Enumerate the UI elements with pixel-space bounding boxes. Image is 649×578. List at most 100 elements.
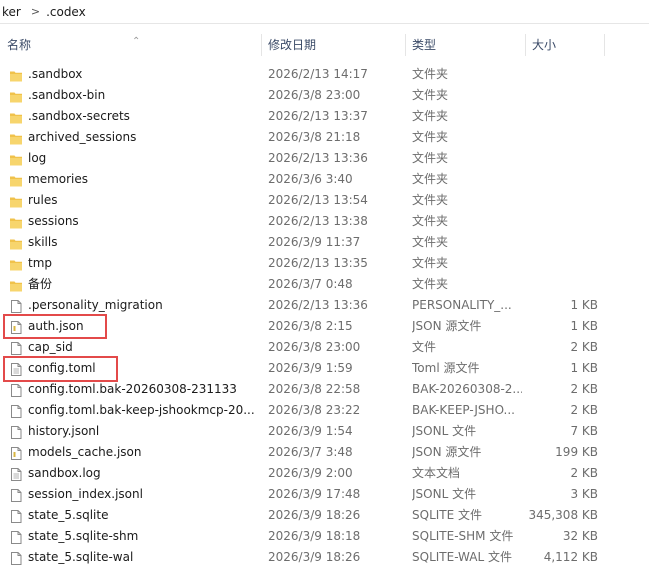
- file-date: 2026/2/13 13:35: [268, 256, 368, 270]
- file-type: 文件: [412, 340, 437, 354]
- json-file-icon: [10, 320, 22, 334]
- file-size: [528, 106, 598, 127]
- file-size: [528, 148, 598, 169]
- file-row[interactable]: log 2026/2/13 13:36 文件夹: [0, 148, 649, 169]
- file-type: PERSONALITY_...: [412, 298, 512, 312]
- file-row[interactable]: auth.json 2026/3/8 2:15 JSON 源文件 1 KB: [0, 316, 649, 337]
- file-size: [528, 85, 598, 106]
- file-type: Toml 源文件: [412, 361, 480, 375]
- file-name: .sandbox: [28, 67, 83, 81]
- file-row[interactable]: .personality_migration 2026/2/13 13:36 PER…: [0, 295, 649, 316]
- file-icon: [10, 404, 22, 418]
- file-row[interactable]: .sandbox-secrets 2026/2/13 13:37 文件夹: [0, 106, 649, 127]
- file-row[interactable]: skills 2026/3/9 11:37 文件夹: [0, 232, 649, 253]
- file-row[interactable]: config.toml.bak-20260308-231133 2026/3/8 …: [0, 379, 649, 400]
- file-icon: [10, 509, 22, 523]
- file-type: 文件夹: [412, 88, 449, 102]
- file-name: auth.json: [28, 319, 84, 333]
- file-name: config.toml.bak-20260308-231133: [28, 382, 237, 396]
- column-header-name[interactable]: 名称 ⌃: [7, 32, 257, 58]
- file-type: 文件夹: [412, 109, 449, 123]
- file-row[interactable]: state_5.sqlite-shm 2026/3/9 18:18 SQLITE-S…: [0, 526, 649, 547]
- column-header-date[interactable]: 修改日期: [268, 32, 403, 58]
- file-name: models_cache.json: [28, 445, 142, 459]
- chevron-right-icon[interactable]: >: [27, 5, 44, 18]
- file-size: 3 KB: [570, 487, 598, 501]
- file-row[interactable]: session_index.jsonl 2026/3/9 17:48 JSONL 文…: [0, 484, 649, 505]
- text-file-icon: [10, 467, 22, 481]
- file-icon: [10, 383, 22, 397]
- file-size: [528, 253, 598, 274]
- column-header-date-label: 修改日期: [268, 38, 317, 52]
- file-row[interactable]: tmp 2026/2/13 13:35 文件夹: [0, 253, 649, 274]
- file-size: 199 KB: [555, 445, 598, 459]
- file-size: 1 KB: [570, 298, 598, 312]
- file-row[interactable]: rules 2026/2/13 13:54 文件夹: [0, 190, 649, 211]
- file-date: 2026/2/13 13:38: [268, 214, 368, 228]
- file-type: 文件夹: [412, 130, 449, 144]
- column-divider[interactable]: [525, 34, 526, 56]
- file-date: 2026/3/9 11:37: [268, 235, 361, 249]
- file-size: [528, 232, 598, 253]
- folder-icon: [10, 215, 22, 229]
- file-name: config.toml.bak-keep-jshookmcp-20...: [28, 403, 255, 417]
- column-divider[interactable]: [604, 34, 605, 56]
- file-name: state_5.sqlite: [28, 508, 109, 522]
- file-type: JSON 源文件: [412, 445, 482, 459]
- file-type: BAK-KEEP-JSHO...: [412, 403, 515, 417]
- file-size: 1 KB: [570, 361, 598, 375]
- file-size: 7 KB: [570, 424, 598, 438]
- file-row[interactable]: .sandbox 2026/2/13 14:17 文件夹: [0, 64, 649, 85]
- file-size: [528, 211, 598, 232]
- breadcrumb-current[interactable]: .codex: [44, 5, 92, 19]
- file-date: 2026/2/13 13:36: [268, 151, 368, 165]
- file-date: 2026/3/7 3:48: [268, 445, 353, 459]
- file-size: 4,112 KB: [543, 550, 598, 564]
- column-header-size-label: 大小: [532, 38, 557, 52]
- breadcrumb-parent[interactable]: ker: [0, 5, 27, 19]
- file-row[interactable]: config.toml 2026/3/9 1:59 Toml 源文件 1 KB: [0, 358, 649, 379]
- folder-icon: [10, 194, 22, 208]
- file-row[interactable]: config.toml.bak-keep-jshookmcp-20... 2026…: [0, 400, 649, 421]
- file-row[interactable]: models_cache.json 2026/3/7 3:48 JSON 源文件 19…: [0, 442, 649, 463]
- file-type: BAK-20260308-2...: [412, 382, 522, 396]
- folder-icon: [10, 131, 22, 145]
- file-row[interactable]: 备份 2026/3/7 0:48 文件夹: [0, 274, 649, 295]
- column-header-size[interactable]: 大小: [532, 32, 602, 58]
- file-date: 2026/3/9 18:26: [268, 508, 361, 522]
- file-size: 2 KB: [570, 382, 598, 396]
- file-name: 备份: [28, 277, 53, 291]
- file-row[interactable]: cap_sid 2026/3/8 23:00 文件 2 KB: [0, 337, 649, 358]
- file-row[interactable]: state_5.sqlite-wal 2026/3/9 18:26 SQLITE-W…: [0, 547, 649, 568]
- folder-icon: [10, 89, 22, 103]
- file-row[interactable]: memories 2026/3/6 3:40 文件夹: [0, 169, 649, 190]
- file-date: 2026/3/8 22:58: [268, 382, 361, 396]
- file-size: 2 KB: [570, 403, 598, 417]
- file-name: skills: [28, 235, 58, 249]
- file-name: history.jsonl: [28, 424, 100, 438]
- column-header-type-label: 类型: [412, 38, 437, 52]
- file-row[interactable]: sandbox.log 2026/3/9 2:00 文本文档 2 KB: [0, 463, 649, 484]
- file-size: [528, 274, 598, 295]
- file-row[interactable]: history.jsonl 2026/3/9 1:54 JSONL 文件 7 KB: [0, 421, 649, 442]
- text-file-icon: [10, 362, 22, 376]
- file-size: [528, 127, 598, 148]
- folder-icon: [10, 110, 22, 124]
- file-row[interactable]: state_5.sqlite 2026/3/9 18:26 SQLITE 文件 345…: [0, 505, 649, 526]
- file-type: 文本文档: [412, 466, 461, 480]
- file-date: 2026/3/6 3:40: [268, 172, 353, 186]
- folder-icon: [10, 152, 22, 166]
- file-type: 文件夹: [412, 277, 449, 291]
- file-date: 2026/2/13 13:54: [268, 193, 368, 207]
- column-header-type[interactable]: 类型: [412, 32, 522, 58]
- file-date: 2026/3/9 2:00: [268, 466, 353, 480]
- column-header: 名称 ⌃ 修改日期 类型 大小: [0, 32, 649, 58]
- column-divider[interactable]: [261, 34, 262, 56]
- file-row[interactable]: archived_sessions 2026/3/8 21:18 文件夹: [0, 127, 649, 148]
- file-row[interactable]: sessions 2026/2/13 13:38 文件夹: [0, 211, 649, 232]
- file-date: 2026/3/8 23:22: [268, 403, 361, 417]
- file-name: log: [28, 151, 47, 165]
- file-icon: [10, 551, 22, 565]
- column-divider[interactable]: [405, 34, 406, 56]
- file-row[interactable]: .sandbox-bin 2026/3/8 23:00 文件夹: [0, 85, 649, 106]
